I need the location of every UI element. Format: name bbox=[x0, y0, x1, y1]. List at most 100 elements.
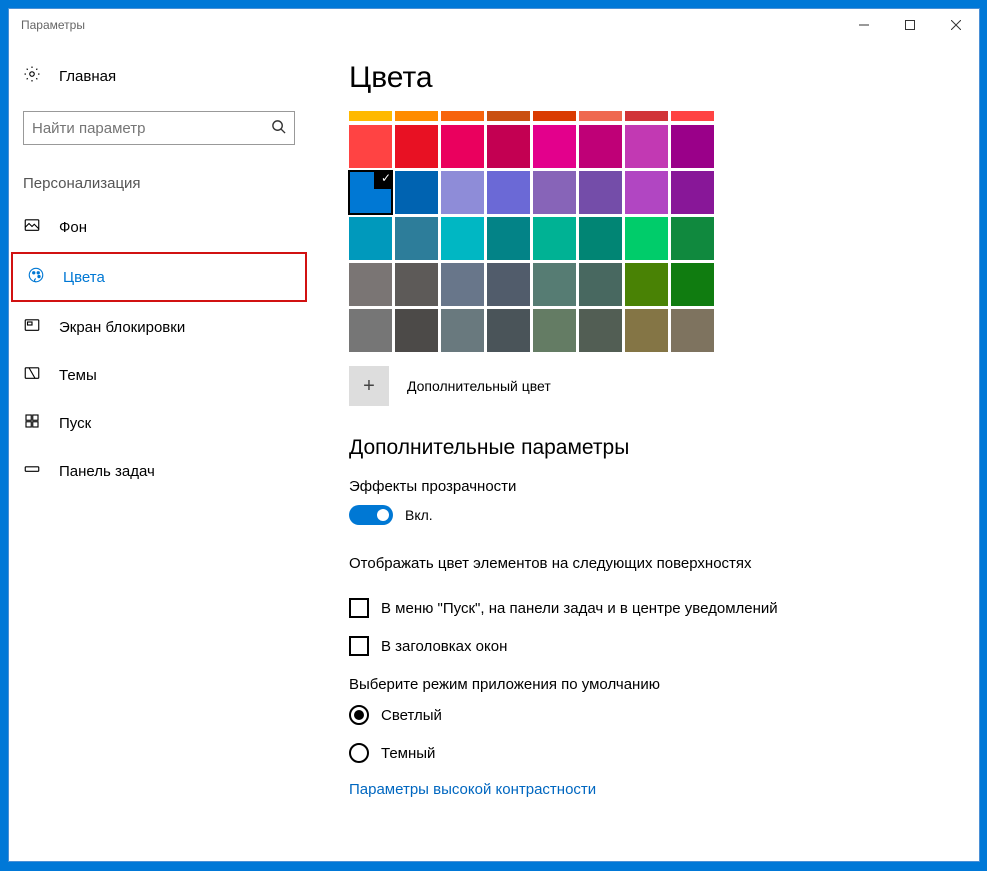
color-swatch[interactable]: ✓ bbox=[349, 171, 392, 214]
close-button[interactable] bbox=[933, 9, 979, 41]
radio-label: Светлый bbox=[381, 707, 442, 724]
color-swatch[interactable] bbox=[349, 125, 392, 168]
search-icon bbox=[271, 119, 286, 137]
color-swatch[interactable] bbox=[441, 171, 484, 214]
search-input[interactable] bbox=[32, 120, 271, 137]
home-label: Главная bbox=[59, 68, 116, 85]
taskbar-icon bbox=[23, 460, 41, 482]
app-mode-radio-row: Светлый bbox=[349, 705, 949, 725]
radio-label: Темный bbox=[381, 745, 435, 762]
color-swatch[interactable] bbox=[441, 125, 484, 168]
color-swatch[interactable] bbox=[487, 125, 530, 168]
surfaces-label: Отображать цвет элементов на следующих п… bbox=[349, 555, 949, 572]
color-swatch[interactable] bbox=[579, 171, 622, 214]
color-swatch[interactable] bbox=[671, 171, 714, 214]
color-swatch[interactable] bbox=[671, 217, 714, 260]
color-swatch[interactable] bbox=[625, 217, 668, 260]
window-title: Параметры bbox=[21, 18, 85, 32]
colors-icon bbox=[27, 266, 45, 288]
nav-item-start[interactable]: Пуск bbox=[9, 400, 309, 446]
color-swatch[interactable] bbox=[487, 263, 530, 306]
color-swatch[interactable] bbox=[533, 309, 576, 352]
color-swatch[interactable] bbox=[625, 263, 668, 306]
color-swatch[interactable] bbox=[441, 111, 484, 121]
color-swatch[interactable] bbox=[487, 217, 530, 260]
color-swatch[interactable] bbox=[625, 171, 668, 214]
color-swatch[interactable] bbox=[671, 125, 714, 168]
search-box[interactable] bbox=[23, 111, 295, 145]
color-swatch[interactable] bbox=[579, 263, 622, 306]
main-pane: Цвета ✓ + Дополнительный цвет Дополнител… bbox=[309, 41, 979, 861]
app-mode-radio-row: Темный bbox=[349, 743, 949, 763]
color-swatch[interactable] bbox=[579, 309, 622, 352]
transparency-toggle[interactable] bbox=[349, 505, 393, 525]
color-swatch[interactable] bbox=[395, 217, 438, 260]
color-swatch[interactable] bbox=[533, 217, 576, 260]
radio[interactable] bbox=[349, 705, 369, 725]
color-swatch[interactable] bbox=[395, 309, 438, 352]
color-swatch[interactable] bbox=[671, 111, 714, 121]
color-swatch[interactable] bbox=[533, 125, 576, 168]
color-swatch[interactable] bbox=[349, 111, 392, 121]
color-swatch[interactable] bbox=[487, 171, 530, 214]
color-swatch[interactable] bbox=[671, 309, 714, 352]
subheader: Дополнительные параметры bbox=[349, 436, 949, 460]
nav-item-lockscreen[interactable]: Экран блокировки bbox=[9, 304, 309, 350]
nav-item-taskbar[interactable]: Панель задач bbox=[9, 448, 309, 494]
start-icon bbox=[23, 412, 41, 434]
checkbox[interactable] bbox=[349, 636, 369, 656]
color-swatch[interactable] bbox=[625, 111, 668, 121]
transparency-toggle-row: Вкл. bbox=[349, 505, 949, 525]
color-swatch[interactable] bbox=[441, 217, 484, 260]
color-swatch[interactable] bbox=[441, 309, 484, 352]
color-swatch[interactable] bbox=[487, 309, 530, 352]
color-swatch[interactable] bbox=[487, 111, 530, 121]
nav-item-colors[interactable]: Цвета bbox=[11, 252, 307, 302]
color-swatch[interactable] bbox=[625, 125, 668, 168]
high-contrast-link[interactable]: Параметры высокой контрастности bbox=[349, 781, 949, 798]
color-grid: ✓ bbox=[349, 125, 949, 352]
maximize-button[interactable] bbox=[887, 9, 933, 41]
color-swatch[interactable] bbox=[395, 111, 438, 121]
color-swatch[interactable] bbox=[579, 125, 622, 168]
color-swatch[interactable] bbox=[533, 171, 576, 214]
home-nav[interactable]: Главная bbox=[9, 55, 309, 97]
nav-item-label: Фон bbox=[59, 219, 87, 236]
color-swatch[interactable] bbox=[533, 111, 576, 121]
color-swatch[interactable] bbox=[349, 309, 392, 352]
gear-icon bbox=[23, 65, 41, 87]
nav-item-background[interactable]: Фон bbox=[9, 204, 309, 250]
background-icon bbox=[23, 216, 41, 238]
check-icon: ✓ bbox=[381, 171, 391, 185]
themes-icon bbox=[23, 364, 41, 386]
custom-color-label: Дополнительный цвет bbox=[407, 378, 551, 394]
section-header: Персонализация bbox=[9, 167, 309, 202]
transparency-label: Эффекты прозрачности bbox=[349, 478, 949, 495]
toggle-state-label: Вкл. bbox=[405, 507, 433, 523]
custom-color-row[interactable]: + Дополнительный цвет bbox=[349, 366, 949, 406]
color-swatch[interactable] bbox=[441, 263, 484, 306]
nav-list: Фон Цвета Экран блокировки Темы Пуск Панель з… bbox=[9, 204, 309, 494]
color-swatch[interactable] bbox=[395, 171, 438, 214]
nav-item-label: Пуск bbox=[59, 415, 91, 432]
color-swatch[interactable] bbox=[671, 263, 714, 306]
lockscreen-icon bbox=[23, 316, 41, 338]
color-swatch[interactable] bbox=[395, 125, 438, 168]
radio[interactable] bbox=[349, 743, 369, 763]
nav-item-themes[interactable]: Темы bbox=[9, 352, 309, 398]
color-swatch[interactable] bbox=[395, 263, 438, 306]
titlebar: Параметры bbox=[9, 9, 979, 41]
minimize-button[interactable] bbox=[841, 9, 887, 41]
color-swatch[interactable] bbox=[349, 217, 392, 260]
checkbox[interactable] bbox=[349, 598, 369, 618]
color-swatch[interactable] bbox=[625, 309, 668, 352]
app-mode-label: Выберите режим приложения по умолчанию bbox=[349, 676, 949, 693]
nav-item-label: Экран блокировки bbox=[59, 319, 185, 336]
color-swatch[interactable] bbox=[533, 263, 576, 306]
color-swatch[interactable] bbox=[579, 217, 622, 260]
color-swatch[interactable] bbox=[349, 263, 392, 306]
color-swatch[interactable] bbox=[579, 111, 622, 121]
nav-item-label: Цвета bbox=[63, 269, 105, 286]
checkbox-label: В меню "Пуск", на панели задач и в центр… bbox=[381, 600, 778, 617]
page-title: Цвета bbox=[349, 61, 949, 95]
